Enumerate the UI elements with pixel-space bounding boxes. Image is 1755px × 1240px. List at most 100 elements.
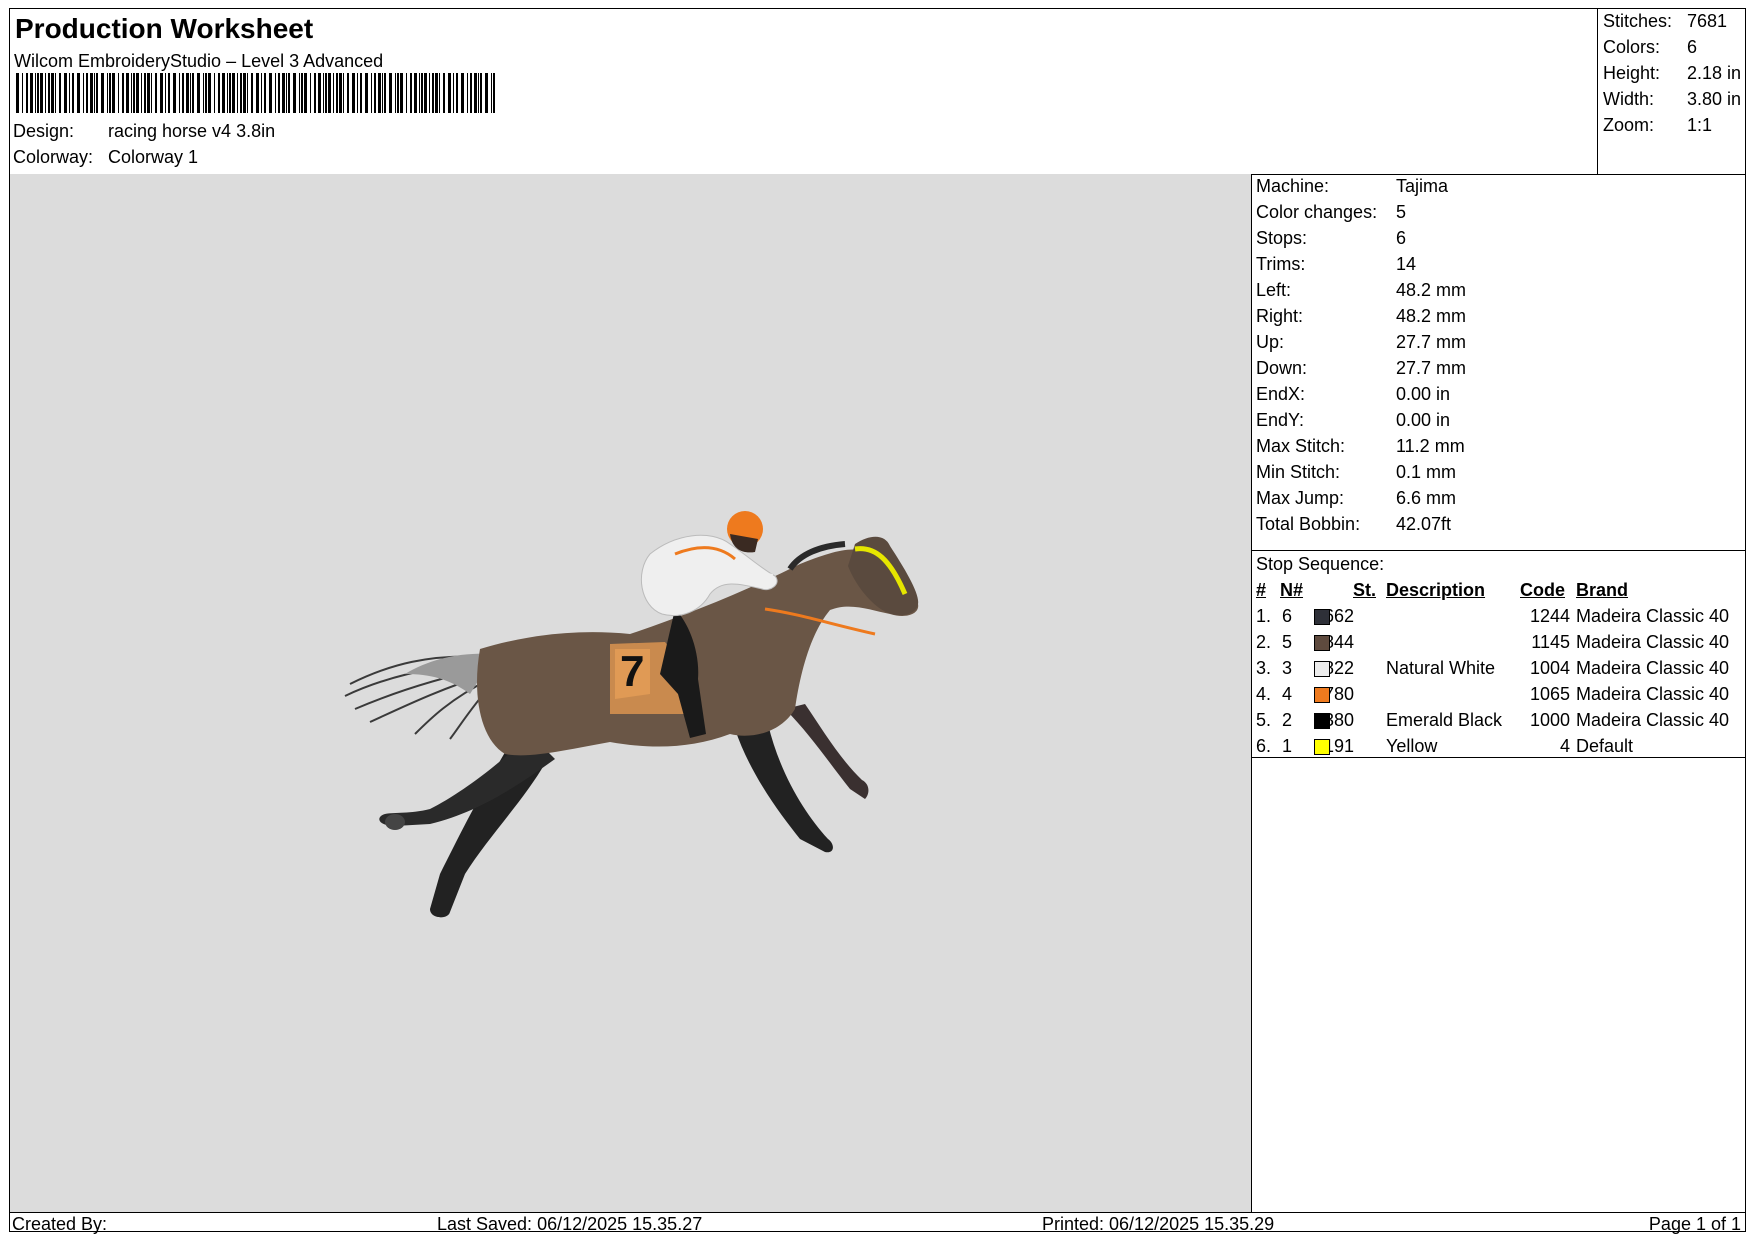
cell-n: 4 <box>1282 684 1293 704</box>
col-st-header: St. <box>1353 580 1377 600</box>
cell-brand: Default <box>1576 736 1634 756</box>
cell-n: 1 <box>1282 736 1293 756</box>
cell-num: 4. <box>1256 684 1272 704</box>
design-label: Design: <box>13 121 75 141</box>
thread-color-swatch <box>1314 661 1330 677</box>
thread-color-swatch <box>1314 635 1330 651</box>
property-label: EndX: <box>1256 384 1306 404</box>
property-label: Min Stitch: <box>1256 462 1341 482</box>
col-num-header: # <box>1256 580 1267 600</box>
property-label: Trims: <box>1256 254 1306 274</box>
property-row: Stops: 6 <box>1256 228 1406 249</box>
thread-color-swatch <box>1314 739 1330 755</box>
cell-n: 3 <box>1282 658 1293 678</box>
design-preview: 7 <box>10 174 1252 1212</box>
cell-num: 3. <box>1256 658 1272 678</box>
property-row: Right: 48.2 mm <box>1256 306 1466 327</box>
cell-n: 2 <box>1282 710 1293 730</box>
design-name: racing horse v4 3.8in <box>108 121 276 141</box>
property-value: 5 <box>1396 202 1407 222</box>
property-row: Trims: 14 <box>1256 254 1416 275</box>
property-label: Left: <box>1256 280 1292 300</box>
cell-description: Emerald Black <box>1386 710 1503 730</box>
property-value: 6 <box>1396 228 1407 248</box>
racing-horse-embroidery-image: 7 <box>344 511 919 918</box>
design-row: Design: racing horse v4 3.8in <box>13 121 275 142</box>
stop-sequence-row: 2. 5 2844 1145 Madeira Classic 40 <box>1256 632 1741 658</box>
property-value: 27.7 mm <box>1396 358 1467 378</box>
worksheet-frame: Production Worksheet Wilcom EmbroiderySt… <box>9 8 1746 1234</box>
property-label: Total Bobbin: <box>1256 514 1361 534</box>
cell-brand: Madeira Classic 40 <box>1576 710 1730 730</box>
col-n-header: N# <box>1280 580 1304 600</box>
stop-sequence-title: Stop Sequence: <box>1256 554 1385 574</box>
stop-sequence-row: 1. 6 662 1244 Madeira Classic 40 <box>1256 606 1741 632</box>
property-row: Color changes: 5 <box>1256 202 1406 223</box>
worksheet-header: Production Worksheet Wilcom EmbroiderySt… <box>10 9 1745 175</box>
stat-stitches: Stitches: 7681 <box>1603 11 1728 31</box>
property-value: 48.2 mm <box>1396 306 1467 326</box>
stop-sequence-row: 3. 3 822 Natural White 1004 Madeira Classic 4… <box>1256 658 1741 684</box>
thread-color-swatch <box>1314 713 1330 729</box>
cell-brand: Madeira Classic 40 <box>1576 684 1730 704</box>
page-title: Production Worksheet <box>15 13 314 44</box>
property-label: Machine: <box>1256 176 1330 196</box>
stat-zoom: Zoom: 1:1 <box>1603 115 1713 135</box>
saddle-number: 7 <box>620 647 644 696</box>
property-row: Min Stitch: 0.1 mm <box>1256 462 1456 483</box>
software-name: Wilcom EmbroideryStudio – Level 3 Advanc… <box>14 51 384 71</box>
property-label: EndY: <box>1256 410 1305 430</box>
col-description-header: Description <box>1386 580 1486 600</box>
property-value: 11.2 mm <box>1396 436 1465 456</box>
cell-num: 6. <box>1256 736 1272 756</box>
cell-code: 1065 <box>1529 684 1570 704</box>
cell-brand: Madeira Classic 40 <box>1576 632 1730 652</box>
cell-description: Natural White <box>1386 658 1496 678</box>
property-label: Max Jump: <box>1256 488 1345 508</box>
property-row: Max Jump: 6.6 mm <box>1256 488 1456 509</box>
cell-brand: Madeira Classic 40 <box>1576 606 1730 626</box>
property-value: 0.00 in <box>1396 384 1451 404</box>
panel-divider-bottom <box>1252 757 1745 758</box>
stat-height: Height: 2.18 in <box>1603 63 1742 83</box>
printed-date: Printed: 06/12/2025 15.35.29 <box>1042 1214 1275 1234</box>
property-label: Down: <box>1256 358 1308 378</box>
col-brand-header: Brand <box>1576 580 1629 600</box>
property-value: 42.07ft <box>1396 514 1452 534</box>
property-row: Total Bobbin: 42.07ft <box>1256 514 1451 535</box>
cell-n: 6 <box>1282 606 1293 626</box>
property-value: 0.00 in <box>1396 410 1451 430</box>
property-row: EndX: 0.00 in <box>1256 384 1450 405</box>
design-properties-panel: Machine: Tajima Color changes: 5 Stops: 6 Trim… <box>1252 174 1745 1212</box>
property-label: Up: <box>1256 332 1285 352</box>
property-label: Right: <box>1256 306 1304 326</box>
cell-code: 1004 <box>1529 658 1570 678</box>
property-row: Max Stitch: 11.2 mm <box>1256 436 1465 457</box>
colorway-name: Colorway 1 <box>108 147 199 167</box>
property-label: Max Stitch: <box>1256 436 1346 456</box>
thread-color-swatch <box>1314 609 1330 625</box>
col-code-header: Code <box>1520 580 1565 600</box>
last-saved: Last Saved: 06/12/2025 15.35.27 <box>437 1214 703 1234</box>
property-row: Up: 27.7 mm <box>1256 332 1466 353</box>
stat-colors: Colors: 6 <box>1603 37 1698 57</box>
created-by: Created By: <box>12 1214 108 1234</box>
cell-num: 5. <box>1256 710 1272 730</box>
property-label: Color changes: <box>1256 202 1378 222</box>
property-value: 0.1 mm <box>1396 462 1457 482</box>
cell-num: 1. <box>1256 606 1272 626</box>
cell-code: 1000 <box>1529 710 1570 730</box>
cell-code: 1244 <box>1529 606 1570 626</box>
cell-num: 2. <box>1256 632 1272 652</box>
page-number: Page 1 of 1 <box>1648 1214 1741 1234</box>
property-value: 6.6 mm <box>1396 488 1457 508</box>
property-value: 48.2 mm <box>1396 280 1467 300</box>
stop-sequence-row: 6. 1 191 Yellow 4 Default <box>1256 736 1741 762</box>
property-value: Tajima <box>1396 176 1449 196</box>
panel-divider-top <box>1252 550 1745 551</box>
property-row: Down: 27.7 mm <box>1256 358 1466 379</box>
stat-width: Width: 3.80 in <box>1603 89 1742 109</box>
thread-color-swatch <box>1314 687 1330 703</box>
property-row: EndY: 0.00 in <box>1256 410 1450 431</box>
cell-code: 4 <box>1559 736 1570 756</box>
